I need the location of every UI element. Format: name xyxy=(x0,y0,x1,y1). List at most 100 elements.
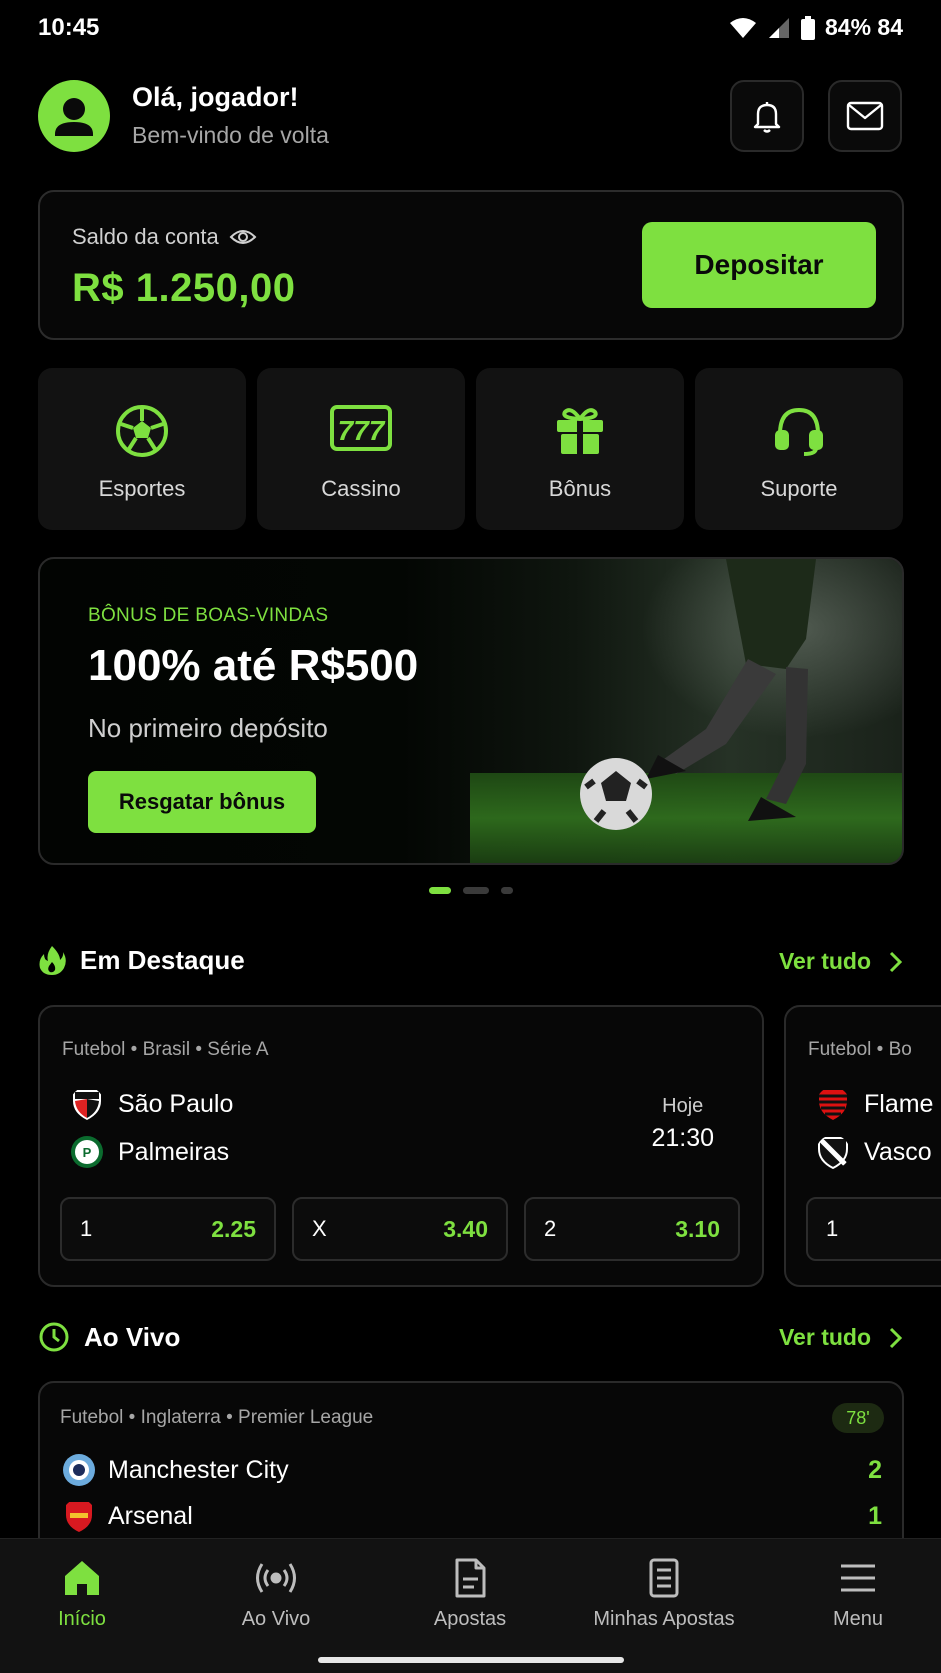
live-home-row: Manchester City 2 xyxy=(62,1453,882,1487)
odds-value: 3.40 xyxy=(443,1215,488,1242)
away-team-name: Palmeiras xyxy=(118,1137,230,1166)
nav-label: Início xyxy=(58,1608,106,1630)
arsenal-crest-icon xyxy=(66,1502,92,1532)
receipt-icon xyxy=(649,1558,679,1598)
live-away-row: Arsenal 1 xyxy=(62,1499,882,1533)
home-team-name: São Paulo xyxy=(118,1089,234,1118)
nav-menu[interactable]: Menu xyxy=(764,1557,941,1631)
live-see-all-link[interactable]: Ver tudo xyxy=(779,1324,903,1351)
hamburger-icon xyxy=(841,1564,875,1592)
kickoff-time: Hoje 21:30 xyxy=(651,1095,714,1153)
away-team: Arsenal xyxy=(62,1499,193,1533)
wifi-icon xyxy=(729,17,756,38)
flamengo-crest-icon xyxy=(819,1090,847,1120)
chevron-right-icon xyxy=(889,951,903,972)
quick-action-sports[interactable]: Esportes xyxy=(38,368,246,530)
gesture-home-indicator[interactable] xyxy=(318,1657,624,1663)
clock-icon xyxy=(39,1322,69,1352)
odds-label: 1 xyxy=(80,1216,93,1241)
greeting-subtitle: Bem-vindo de volta xyxy=(132,122,329,148)
nav-label: Menu xyxy=(832,1608,884,1630)
quick-action-bonus[interactable]: Bônus xyxy=(476,368,684,530)
promo-description: No primeiro depósito xyxy=(88,713,328,743)
odds-value: 3.10 xyxy=(675,1215,720,1242)
away-team-name: Vasco xyxy=(864,1137,932,1166)
broadcast-icon xyxy=(256,1563,296,1593)
kickoff-hour: 21:30 xyxy=(651,1124,714,1152)
eye-icon[interactable] xyxy=(229,227,257,247)
odds-label: X xyxy=(312,1216,327,1241)
odds-label: 1 xyxy=(826,1216,839,1241)
quick-action-label: Esportes xyxy=(98,476,186,501)
home-team: Manchester City xyxy=(62,1453,289,1487)
featured-see-all-link[interactable]: Ver tudo xyxy=(779,948,903,975)
featured-match-card[interactable]: Futebol • Brasil • Série A São Paulo P P… xyxy=(38,1005,764,1287)
match-league: Futebol • Bo xyxy=(808,1039,912,1060)
balance-label: Saldo da conta xyxy=(72,224,219,249)
svg-text:777: 777 xyxy=(338,415,386,446)
soccer-ball-icon xyxy=(116,405,168,457)
odds-button-home[interactable]: 1 xyxy=(806,1197,941,1261)
bottom-navigation: Início Ao Vivo Apostas Minhas Apostas Me… xyxy=(0,1538,941,1673)
nav-bets[interactable]: Apostas xyxy=(376,1557,564,1631)
odds-button-away[interactable]: 2 3.10 xyxy=(524,1197,740,1261)
carousel-dot-active[interactable] xyxy=(428,887,451,894)
quick-action-label: Cassino xyxy=(321,476,401,501)
live-section-title: Ao Vivo xyxy=(38,1321,180,1353)
see-all-label: Ver tudo xyxy=(778,1324,871,1350)
balance-amount: R$ 1.250,00 xyxy=(72,266,296,310)
carousel-dot[interactable] xyxy=(462,887,489,894)
signal-icon xyxy=(768,17,789,38)
sao-paulo-crest-icon xyxy=(73,1090,101,1120)
nav-label: Apostas xyxy=(433,1608,507,1630)
chevron-right-icon xyxy=(889,1327,903,1348)
avatar[interactable] xyxy=(38,80,110,152)
match-league: Futebol • Brasil • Série A xyxy=(62,1039,269,1060)
nav-my-bets[interactable]: Minhas Apostas xyxy=(570,1557,758,1631)
away-team: P Palmeiras xyxy=(70,1135,229,1169)
away-score: 1 xyxy=(868,1501,882,1530)
carousel-dot[interactable] xyxy=(500,887,513,894)
kickoff-day: Hoje xyxy=(662,1095,704,1117)
nav-live[interactable]: Ao Vivo xyxy=(182,1557,370,1631)
gift-icon xyxy=(557,408,603,454)
promo-banner[interactable]: BÔNUS DE BOAS-VINDAS 100% até R$500 No p… xyxy=(38,557,904,865)
nav-home[interactable]: Início xyxy=(0,1557,176,1631)
status-time: 10:45 xyxy=(38,14,100,41)
status-icons: 84% 84 xyxy=(729,14,903,41)
odds-value: 2.25 xyxy=(211,1215,256,1242)
slot-777-icon: 777 xyxy=(330,405,392,451)
balance-label-row: Saldo da conta xyxy=(72,224,257,250)
manchester-city-crest-icon xyxy=(63,1454,95,1486)
claim-bonus-button[interactable]: Resgatar bônus xyxy=(88,771,316,833)
quick-action-support[interactable]: Suporte xyxy=(695,368,903,530)
svg-text:P: P xyxy=(83,1145,92,1160)
palmeiras-crest-icon: P xyxy=(71,1136,103,1168)
match-league: Futebol • Inglaterra • Premier League xyxy=(60,1407,374,1428)
home-team-name: Manchester City xyxy=(108,1455,289,1484)
away-team: Vasco xyxy=(816,1135,932,1169)
nav-label: Minhas Apostas xyxy=(593,1608,735,1630)
mail-icon xyxy=(846,101,884,131)
featured-match-card[interactable]: Futebol • Bo Flame Vasco 1 xyxy=(784,1005,941,1287)
away-team-name: Arsenal xyxy=(108,1501,193,1530)
battery-text: 84% 84 xyxy=(824,14,903,40)
odds-label: 2 xyxy=(544,1216,557,1241)
live-title: Ao Vivo xyxy=(84,1321,181,1352)
promo-title: 100% até R$500 xyxy=(88,641,419,690)
battery-icon xyxy=(800,15,815,40)
home-score: 2 xyxy=(868,1455,882,1484)
quick-action-casino[interactable]: 777 Cassino xyxy=(257,368,465,530)
deposit-button[interactable]: Depositar xyxy=(642,222,876,308)
home-team: Flame xyxy=(816,1087,933,1121)
vasco-crest-icon xyxy=(818,1137,848,1169)
featured-title: Em Destaque xyxy=(80,944,245,975)
quick-action-label: Bônus xyxy=(548,476,612,501)
promo-eyebrow: BÔNUS DE BOAS-VINDAS xyxy=(88,605,329,626)
odds-button-home[interactable]: 1 2.25 xyxy=(60,1197,276,1261)
messages-button[interactable] xyxy=(828,80,902,152)
nav-label: Ao Vivo xyxy=(241,1608,311,1630)
quick-action-label: Suporte xyxy=(760,476,838,501)
notifications-button[interactable] xyxy=(730,80,804,152)
odds-button-draw[interactable]: X 3.40 xyxy=(292,1197,508,1261)
